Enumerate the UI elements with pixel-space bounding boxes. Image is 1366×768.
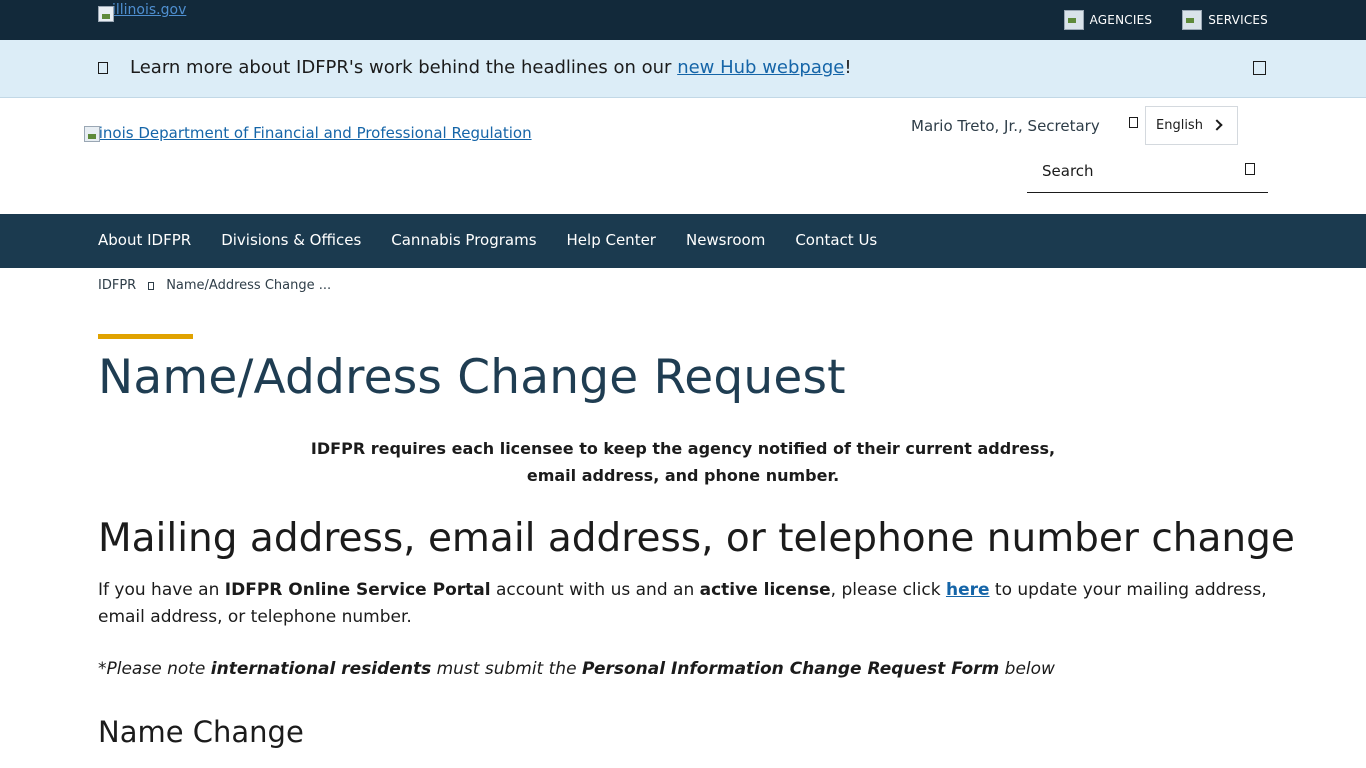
nav-item-contact[interactable]: Contact Us <box>795 231 877 249</box>
international-note: *Please note international residents mus… <box>98 659 1055 679</box>
illinois-gov-logo[interactable]: illinois.gov <box>98 2 186 22</box>
top-bar: illinois.gov AGENCIES SERVICES <box>0 0 1366 40</box>
breadcrumb-current: Name/Address Change ... <box>166 278 332 293</box>
language-label: English <box>1156 118 1203 133</box>
search-input[interactable]: Search <box>1027 152 1268 193</box>
illinois-logo-alt-text: illinois.gov <box>112 2 187 18</box>
note-text-3: below <box>999 659 1055 679</box>
para-bold-license: active license <box>699 580 831 600</box>
page-title: Name/Address Change Request <box>98 350 846 405</box>
para-text-1: If you have an <box>98 580 225 600</box>
nav-item-help-center[interactable]: Help Center <box>567 231 656 249</box>
chevron-right-icon <box>1211 119 1223 131</box>
note-text-2: must submit the <box>431 659 582 679</box>
alert-text-before: Learn more about IDFPR's work behind the… <box>130 57 678 78</box>
title-accent-bar <box>98 334 193 339</box>
note-bold-form: Personal Information Change Request Form <box>581 659 1000 679</box>
alert-text-after: ! <box>844 57 852 78</box>
breadcrumb: IDFPR Name/Address Change ... <box>98 278 331 293</box>
top-links: AGENCIES SERVICES <box>1063 10 1268 30</box>
breadcrumb-separator-icon <box>148 281 155 290</box>
illinois-logo-image-icon <box>98 6 114 22</box>
hub-webpage-link[interactable]: new Hub webpage <box>677 57 844 78</box>
section-heading-name-change: Name Change <box>98 715 304 749</box>
alert-banner: Learn more about IDFPR's work behind the… <box>0 40 1366 98</box>
idfpr-logo[interactable]: Illinois Department of Financial and Pro… <box>84 124 532 142</box>
search-icon[interactable] <box>1245 163 1255 175</box>
agencies-label: AGENCIES <box>1089 13 1153 27</box>
bell-icon <box>98 62 108 74</box>
nav-item-newsroom[interactable]: Newsroom <box>686 231 765 249</box>
search-placeholder: Search <box>1042 162 1094 180</box>
para-text-3: , please click <box>830 580 946 600</box>
agencies-icon <box>1063 10 1084 30</box>
idfpr-logo-image-icon <box>84 126 100 142</box>
intro-line-2: email address, and phone number. <box>526 466 840 485</box>
alert-message: Learn more about IDFPR's work behind the… <box>130 57 852 78</box>
language-selector[interactable]: English <box>1145 106 1238 145</box>
services-link[interactable]: SERVICES <box>1182 10 1268 30</box>
para-bold-portal: IDFPR Online Service Portal <box>224 580 491 600</box>
nav-item-divisions[interactable]: Divisions & Offices <box>221 231 361 249</box>
nav-item-cannabis[interactable]: Cannabis Programs <box>391 231 536 249</box>
idfpr-logo-alt-text: Illinois Department of Financial and Pro… <box>86 124 532 142</box>
para-text-2: account with us and an <box>490 580 700 600</box>
agencies-link[interactable]: AGENCIES <box>1063 10 1153 30</box>
portal-instructions: If you have an IDFPR Online Service Port… <box>98 577 1273 631</box>
breadcrumb-home[interactable]: IDFPR <box>98 278 136 293</box>
intro-line-1: IDFPR requires each licensee to keep the… <box>310 439 1056 458</box>
nav-item-about[interactable]: About IDFPR <box>98 231 191 249</box>
secretary-name: Mario Treto, Jr., Secretary <box>911 117 1100 135</box>
update-here-link[interactable]: here <box>946 580 990 600</box>
close-icon[interactable] <box>1253 61 1266 75</box>
services-icon <box>1182 10 1203 30</box>
note-bold-residents: international residents <box>210 659 432 679</box>
main-nav: About IDFPR Divisions & Offices Cannabis… <box>0 214 1366 268</box>
note-text-1: *Please note <box>98 659 211 679</box>
intro-statement: IDFPR requires each licensee to keep the… <box>98 435 1268 489</box>
globe-icon <box>1129 117 1138 128</box>
services-label: SERVICES <box>1208 13 1268 27</box>
section-heading-contact-change: Mailing address, email address, or telep… <box>98 516 1295 561</box>
